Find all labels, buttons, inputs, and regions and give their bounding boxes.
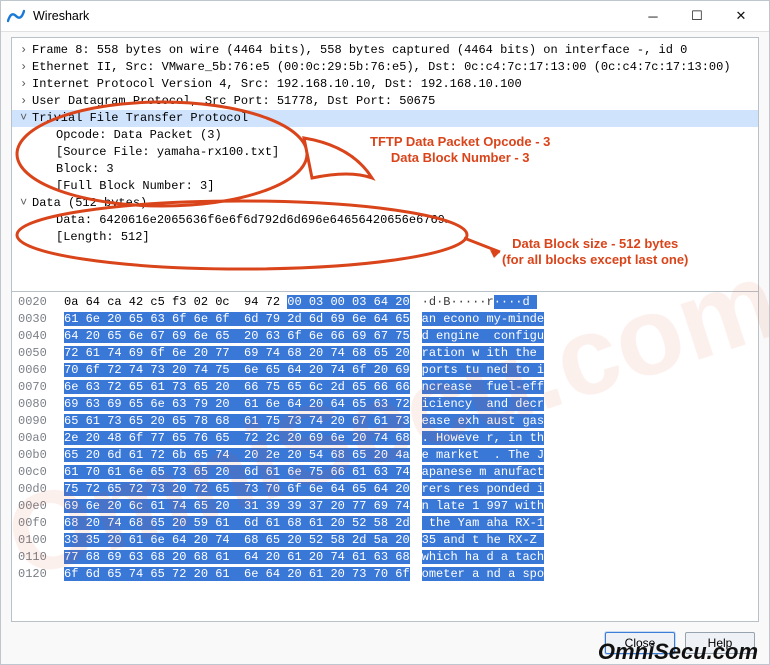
hex-row[interactable]: 00e069 6e 20 6c 61 74 65 20 31 39 39 37 …: [18, 498, 752, 515]
hex-row[interactable]: 00200a 64 ca 42 c5 f3 02 0c 94 72 00 03 …: [18, 294, 752, 311]
hex-row[interactable]: 011077 68 69 63 68 20 68 61 64 20 61 20 …: [18, 549, 752, 566]
hex-row[interactable]: 003061 6e 20 65 63 6f 6e 6f 6d 79 2d 6d …: [18, 311, 752, 328]
hex-row[interactable]: 005072 61 74 69 6f 6e 20 77 69 74 68 20 …: [18, 345, 752, 362]
tree-frame[interactable]: ›Frame 8: 558 bytes on wire (4464 bits),…: [12, 42, 758, 59]
minimize-button[interactable]: ─: [631, 1, 675, 31]
hex-row[interactable]: 006070 6f 72 74 73 20 74 75 6e 65 64 20 …: [18, 362, 752, 379]
brand-label: OmniSecu.com: [598, 639, 758, 665]
tree-tftp[interactable]: ˅Trivial File Transfer Protocol: [12, 110, 758, 127]
hex-row[interactable]: 00a02e 20 48 6f 77 65 76 65 72 2c 20 69 …: [18, 430, 752, 447]
titlebar: Wireshark ─ ☐ ✕: [1, 1, 769, 32]
hex-row[interactable]: 00706e 63 72 65 61 73 65 20 66 75 65 6c …: [18, 379, 752, 396]
tree-tftp-full-block[interactable]: [Full Block Number: 3]: [12, 178, 758, 195]
hex-row[interactable]: 00d075 72 65 72 73 20 72 65 73 70 6f 6e …: [18, 481, 752, 498]
hex-row[interactable]: 01206f 6d 65 74 65 72 20 61 6e 64 20 61 …: [18, 566, 752, 583]
tree-ip[interactable]: ›Internet Protocol Version 4, Src: 192.1…: [12, 76, 758, 93]
packet-details-pane[interactable]: ›Frame 8: 558 bytes on wire (4464 bits),…: [11, 37, 759, 292]
hex-row[interactable]: 00b065 20 6d 61 72 6b 65 74 20 2e 20 54 …: [18, 447, 752, 464]
packet-bytes-pane[interactable]: 00200a 64 ca 42 c5 f3 02 0c 94 72 00 03 …: [11, 292, 759, 622]
hex-row[interactable]: 010033 35 20 61 6e 64 20 74 68 65 20 52 …: [18, 532, 752, 549]
tree-ethernet[interactable]: ›Ethernet II, Src: VMware_5b:76:e5 (00:0…: [12, 59, 758, 76]
hex-row[interactable]: 009065 61 73 65 20 65 78 68 61 75 73 74 …: [18, 413, 752, 430]
window-title: Wireshark: [33, 9, 631, 23]
annotation-opcode-label: TFTP Data Packet Opcode - 3 Data Block N…: [370, 134, 550, 166]
wireshark-icon: [7, 7, 25, 25]
close-window-button[interactable]: ✕: [719, 1, 763, 31]
tree-data[interactable]: ˅Data (512 bytes): [12, 195, 758, 212]
hex-row[interactable]: 00c061 70 61 6e 65 73 65 20 6d 61 6e 75 …: [18, 464, 752, 481]
hex-row[interactable]: 00f068 20 74 68 65 20 59 61 6d 61 68 61 …: [18, 515, 752, 532]
maximize-button[interactable]: ☐: [675, 1, 719, 31]
hex-row[interactable]: 008069 63 69 65 6e 63 79 20 61 6e 64 20 …: [18, 396, 752, 413]
wireshark-window: Wireshark ─ ☐ ✕ ›Frame 8: 558 bytes on w…: [0, 0, 770, 665]
tree-udp[interactable]: ›User Datagram Protocol, Src Port: 51778…: [12, 93, 758, 110]
hex-row[interactable]: 004064 20 65 6e 67 69 6e 65 20 63 6f 6e …: [18, 328, 752, 345]
annotation-blocksize-label: Data Block size - 512 bytes (for all blo…: [502, 236, 688, 268]
tree-data-bytes[interactable]: Data: 6420616e2065636f6e6f6d792d6d696e64…: [12, 212, 758, 229]
